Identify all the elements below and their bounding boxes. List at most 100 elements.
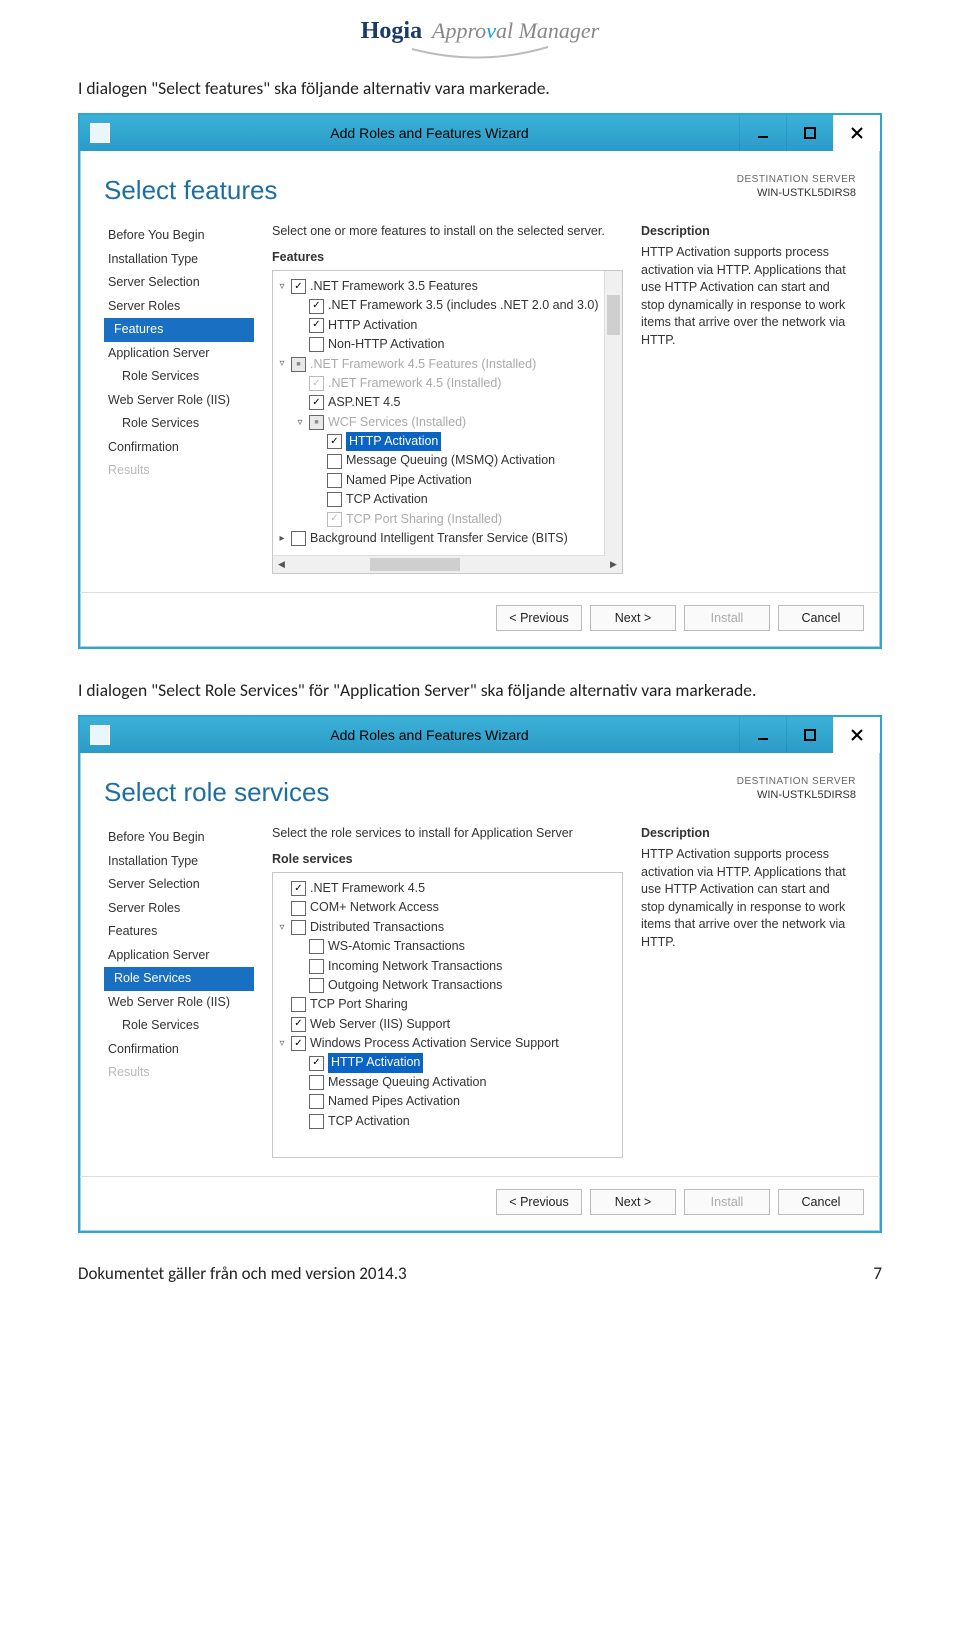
close-button[interactable] (833, 717, 880, 753)
features-tree[interactable]: ▿.NET Framework 3.5 Features.NET Framewo… (272, 270, 623, 574)
checkbox[interactable] (327, 434, 342, 449)
scroll-right-icon[interactable]: ▶ (605, 559, 622, 570)
expand-icon[interactable]: ▸ (277, 531, 287, 547)
scroll-left-icon[interactable]: ◀ (273, 559, 290, 570)
wizard-step[interactable]: Features (104, 318, 254, 342)
wizard-step[interactable]: Before You Begin (104, 224, 254, 248)
tree-node[interactable]: ▸Background Intelligent Transfer Service… (277, 529, 618, 548)
checkbox[interactable] (309, 318, 324, 333)
tree-node[interactable]: TCP Port Sharing (277, 995, 618, 1014)
wizard-step[interactable]: Role Services (104, 365, 254, 389)
checkbox[interactable] (309, 1075, 324, 1090)
checkbox[interactable] (327, 512, 342, 527)
wizard-step[interactable]: Application Server (104, 342, 254, 366)
checkbox[interactable] (309, 299, 324, 314)
checkbox[interactable] (291, 1036, 306, 1051)
tree-node[interactable]: Named Pipe Activation (277, 471, 618, 490)
tree-node[interactable]: HTTP Activation (277, 432, 618, 451)
expand-icon[interactable]: ▿ (277, 920, 287, 936)
checkbox[interactable] (309, 1114, 324, 1129)
install-button[interactable]: Install (684, 605, 770, 631)
wizard-step[interactable]: Installation Type (104, 850, 254, 874)
wizard-step[interactable]: Features (104, 920, 254, 944)
scrollbar-thumb[interactable] (607, 295, 620, 335)
checkbox[interactable] (309, 1094, 324, 1109)
previous-button[interactable]: < Previous (496, 1189, 582, 1215)
checkbox[interactable] (291, 279, 306, 294)
tree-node[interactable]: WS-Atomic Transactions (277, 937, 618, 956)
horizontal-scrollbar[interactable]: ◀ ▶ (273, 555, 622, 573)
checkbox[interactable] (291, 531, 306, 546)
tree-node[interactable]: ▿.NET Framework 3.5 Features (277, 277, 618, 296)
expand-icon[interactable]: ▿ (277, 1036, 287, 1052)
titlebar[interactable]: Add Roles and Features Wizard (80, 115, 880, 151)
maximize-button[interactable] (786, 717, 833, 753)
expand-icon[interactable]: ▿ (277, 356, 287, 372)
tree-node[interactable]: Incoming Network Transactions (277, 957, 618, 976)
tree-node[interactable]: HTTP Activation (277, 1053, 618, 1072)
wizard-step[interactable]: Server Selection (104, 271, 254, 295)
tree-node[interactable]: Non-HTTP Activation (277, 335, 618, 354)
cancel-button[interactable]: Cancel (778, 1189, 864, 1215)
install-button[interactable]: Install (684, 1189, 770, 1215)
checkbox[interactable] (309, 337, 324, 352)
wizard-step[interactable]: Role Services (104, 967, 254, 991)
wizard-step[interactable]: Server Selection (104, 873, 254, 897)
checkbox[interactable] (309, 978, 324, 993)
tree-node[interactable]: Outgoing Network Transactions (277, 976, 618, 995)
expand-icon[interactable]: ▿ (277, 279, 287, 295)
checkbox[interactable] (291, 881, 306, 896)
checkbox[interactable] (309, 376, 324, 391)
checkbox[interactable] (291, 920, 306, 935)
tree-node[interactable]: .NET Framework 4.5 (277, 879, 618, 898)
tree-node[interactable]: Named Pipes Activation (277, 1092, 618, 1111)
tree-node[interactable]: HTTP Activation (277, 316, 618, 335)
wizard-step[interactable]: Role Services (104, 1014, 254, 1038)
checkbox[interactable] (327, 473, 342, 488)
tree-node[interactable]: ▿WCF Services (Installed) (277, 413, 618, 432)
wizard-step[interactable]: Server Roles (104, 295, 254, 319)
wizard-step[interactable]: Web Server Role (IIS) (104, 389, 254, 413)
role-services-tree[interactable]: .NET Framework 4.5COM+ Network Access▿Di… (272, 872, 623, 1158)
scroll-up-icon[interactable]: ▲ (605, 271, 622, 288)
checkbox[interactable] (327, 492, 342, 507)
tree-node[interactable]: ASP.NET 4.5 (277, 393, 618, 412)
checkbox[interactable] (291, 997, 306, 1012)
h-scroll-thumb[interactable] (370, 558, 460, 571)
tree-node[interactable]: COM+ Network Access (277, 898, 618, 917)
tree-node[interactable]: Message Queuing Activation (277, 1073, 618, 1092)
wizard-step[interactable]: Application Server (104, 944, 254, 968)
tree-node[interactable]: ▿Distributed Transactions (277, 918, 618, 937)
checkbox[interactable] (327, 454, 342, 469)
checkbox[interactable] (309, 959, 324, 974)
expand-icon[interactable]: ▿ (295, 415, 305, 431)
checkbox[interactable] (291, 357, 306, 372)
wizard-step[interactable]: Before You Begin (104, 826, 254, 850)
tree-node[interactable]: TCP Activation (277, 1112, 618, 1131)
scroll-down-icon[interactable]: ▼ (605, 539, 622, 556)
wizard-step[interactable]: Confirmation (104, 1038, 254, 1062)
checkbox[interactable] (309, 415, 324, 430)
maximize-button[interactable] (786, 115, 833, 151)
tree-node[interactable]: .NET Framework 3.5 (includes .NET 2.0 an… (277, 296, 618, 315)
tree-node[interactable]: .NET Framework 4.5 (Installed) (277, 374, 618, 393)
tree-node[interactable]: ▿.NET Framework 4.5 Features (Installed) (277, 355, 618, 374)
next-button[interactable]: Next > (590, 605, 676, 631)
minimize-button[interactable] (739, 115, 786, 151)
close-button[interactable] (833, 115, 880, 151)
next-button[interactable]: Next > (590, 1189, 676, 1215)
tree-node[interactable]: Web Server (IIS) Support (277, 1015, 618, 1034)
wizard-step[interactable]: Installation Type (104, 248, 254, 272)
wizard-step[interactable]: Role Services (104, 412, 254, 436)
checkbox[interactable] (309, 1056, 324, 1071)
cancel-button[interactable]: Cancel (778, 605, 864, 631)
wizard-step[interactable]: Server Roles (104, 897, 254, 921)
previous-button[interactable]: < Previous (496, 605, 582, 631)
checkbox[interactable] (309, 939, 324, 954)
minimize-button[interactable] (739, 717, 786, 753)
checkbox[interactable] (291, 1017, 306, 1032)
wizard-step[interactable]: Confirmation (104, 436, 254, 460)
tree-node[interactable]: Message Queuing (MSMQ) Activation (277, 451, 618, 470)
checkbox[interactable] (309, 395, 324, 410)
tree-node[interactable]: ▿Windows Process Activation Service Supp… (277, 1034, 618, 1053)
